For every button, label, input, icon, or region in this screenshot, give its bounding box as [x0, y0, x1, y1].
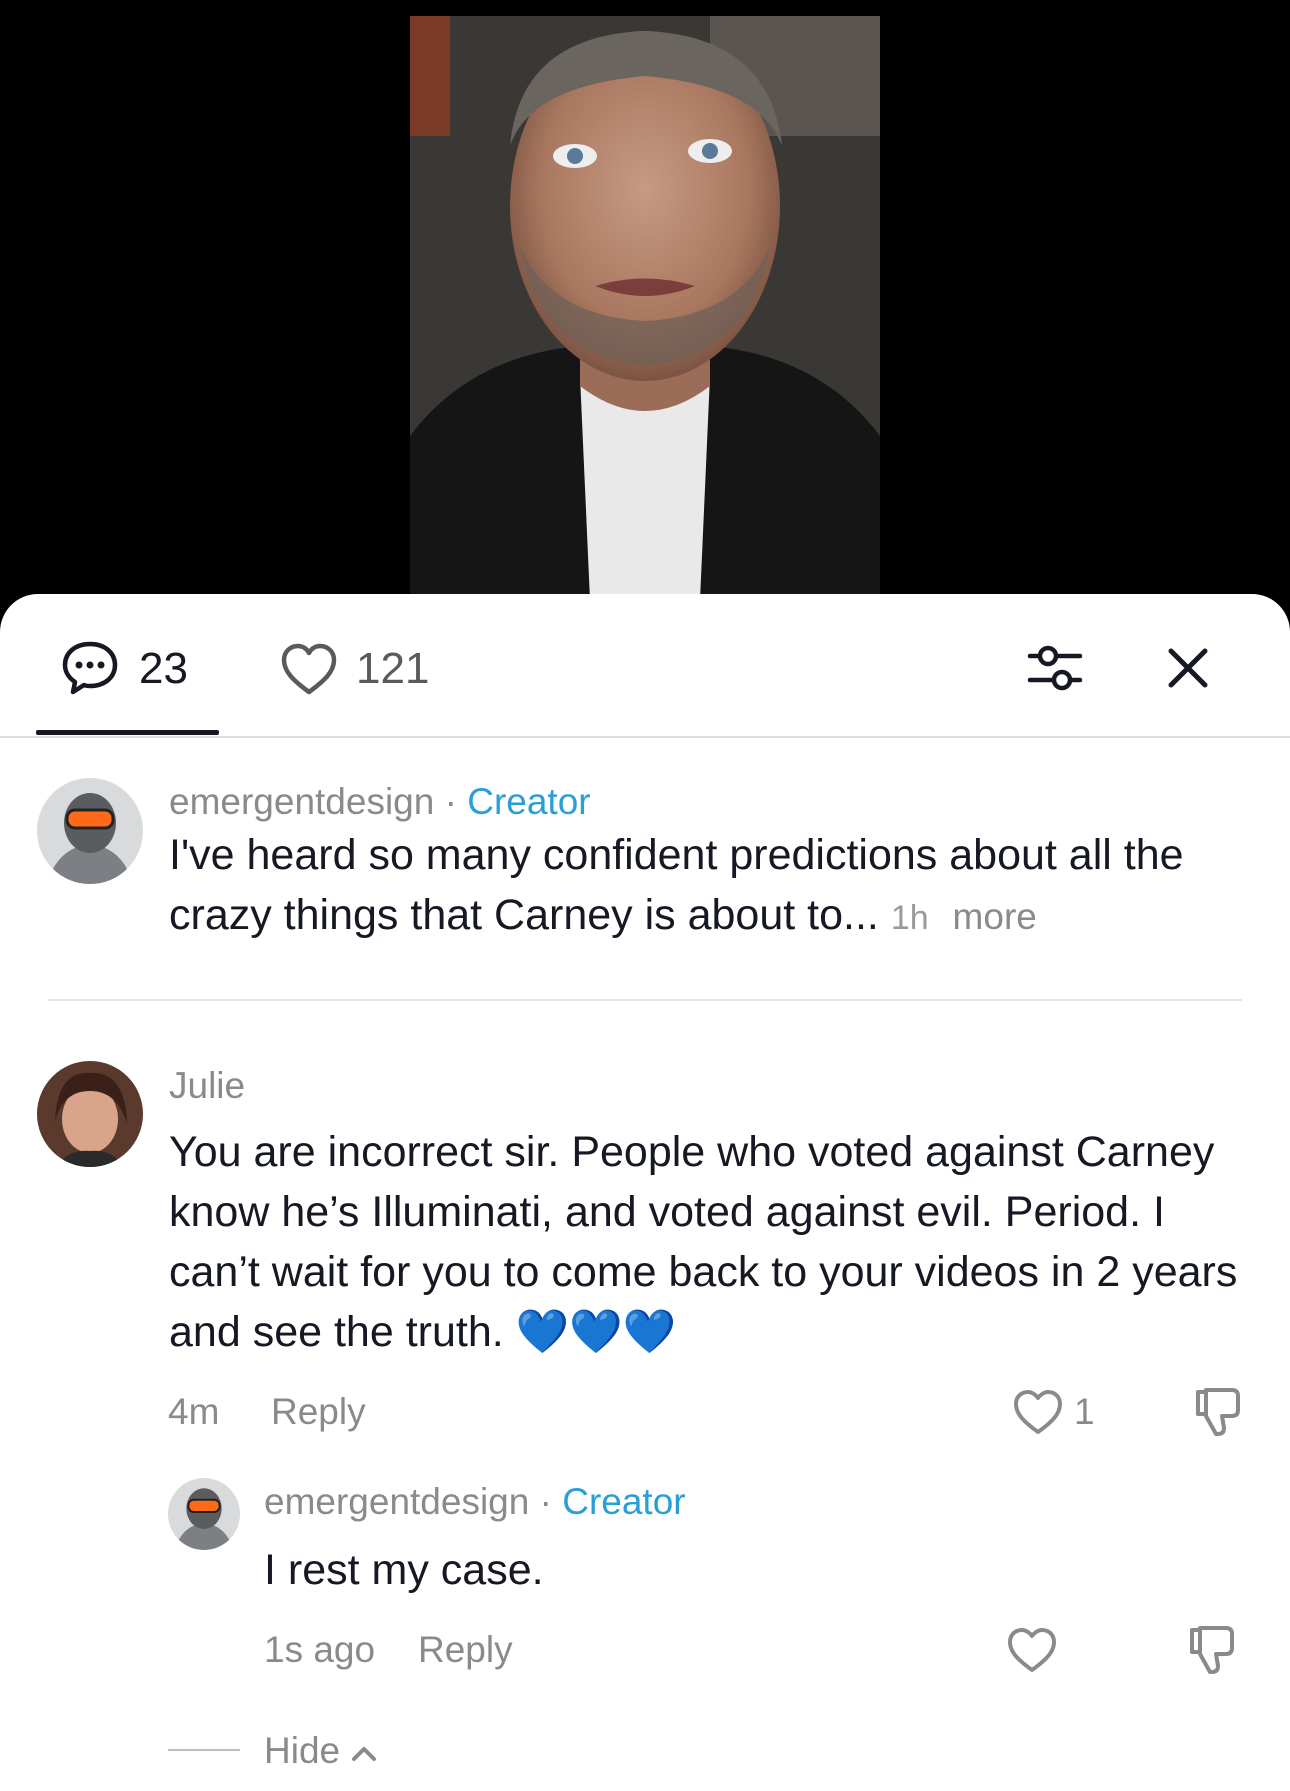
- reply-button[interactable]: Reply: [418, 1628, 513, 1672]
- header-divider: [0, 736, 1290, 738]
- separator-dot: ·: [444, 781, 457, 822]
- username[interactable]: emergentdesign: [169, 781, 434, 822]
- separator-dot: ·: [539, 1481, 552, 1522]
- comment-username-line[interactable]: emergentdesign · Creator: [169, 780, 591, 824]
- comment-like-count[interactable]: 1: [1074, 1390, 1095, 1434]
- username[interactable]: Julie: [169, 1064, 245, 1108]
- hide-line: [168, 1749, 240, 1751]
- chevron-up-icon: [352, 1747, 377, 1762]
- reply-text: I rest my case.: [264, 1546, 544, 1594]
- creator-badge: Creator: [467, 781, 591, 822]
- dislike-icon[interactable]: [1186, 1622, 1238, 1678]
- reply-button[interactable]: Reply: [271, 1390, 366, 1434]
- reply-username-line[interactable]: emergentdesign · Creator: [264, 1480, 686, 1524]
- video-still: [410, 16, 880, 600]
- reply-time: 1s ago: [264, 1629, 376, 1670]
- heart-icon[interactable]: [280, 642, 338, 696]
- hide-replies-button[interactable]: Hide: [264, 1729, 378, 1773]
- filter-sliders-icon[interactable]: [1026, 640, 1084, 696]
- hide-label[interactable]: Hide: [264, 1730, 340, 1771]
- avatar[interactable]: [37, 778, 143, 884]
- comment-time: 1h: [890, 899, 929, 937]
- comment-text: You are incorrect sir. People who voted …: [169, 1128, 1238, 1356]
- heart-icon[interactable]: [1012, 1388, 1064, 1436]
- heart-icon[interactable]: [1006, 1626, 1058, 1674]
- video-player[interactable]: [0, 0, 1290, 600]
- comments-sheet: 23 121 emergentdesign · Creator I've hea…: [0, 594, 1290, 1791]
- comment-time: 4m: [168, 1391, 220, 1432]
- comment-text: I've heard so many confident predictions…: [169, 825, 1249, 945]
- video-frame[interactable]: [410, 16, 880, 600]
- comment-bubble-icon[interactable]: [60, 638, 120, 698]
- creator-badge: Creator: [562, 1481, 686, 1522]
- comment-count[interactable]: 23: [139, 644, 188, 694]
- username[interactable]: emergentdesign: [264, 1481, 529, 1522]
- avatar[interactable]: [37, 1061, 143, 1167]
- like-count[interactable]: 121: [356, 644, 429, 694]
- close-icon[interactable]: [1166, 646, 1210, 690]
- more-link[interactable]: more: [953, 896, 1037, 937]
- pinned-divider: [48, 999, 1242, 1001]
- avatar[interactable]: [168, 1478, 240, 1550]
- tab-comments-underline: [36, 730, 219, 735]
- dislike-icon[interactable]: [1192, 1384, 1244, 1440]
